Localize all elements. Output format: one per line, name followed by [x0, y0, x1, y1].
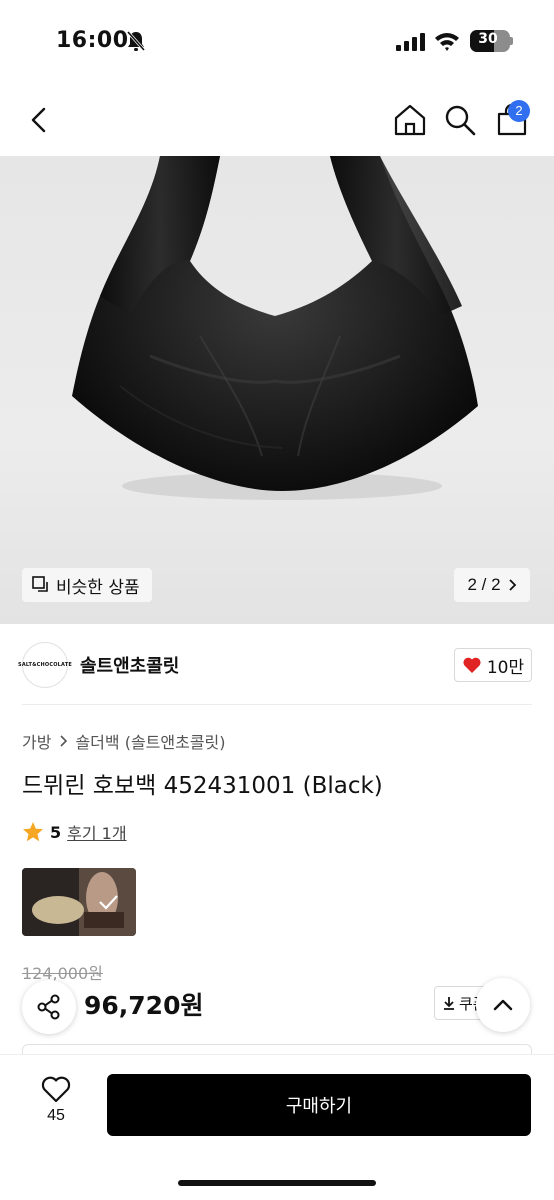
battery-icon: 30 — [470, 30, 510, 52]
share-button[interactable] — [22, 980, 76, 1034]
copy-icon — [32, 576, 48, 592]
cart-count-badge: 2 — [508, 100, 530, 122]
brand-name[interactable]: 솔트앤초콜릿 — [80, 652, 179, 678]
home-icon[interactable] — [392, 102, 428, 138]
review-count-link[interactable]: 후기 1개 — [67, 820, 126, 844]
download-icon — [444, 997, 454, 1010]
brand-like-count: 10만 — [486, 657, 525, 678]
bottom-action-bar: 45 구매하기 — [0, 1054, 554, 1200]
signal-icon — [396, 33, 425, 51]
chevron-right-icon — [508, 579, 516, 591]
status-time: 16:00 — [56, 28, 129, 53]
wishlist-button[interactable]: 45 — [26, 1073, 86, 1125]
star-icon — [23, 822, 43, 842]
divider — [22, 704, 532, 705]
app-header — [0, 84, 554, 156]
wifi-icon — [435, 33, 459, 51]
breadcrumb: 가방 숄더백 (솔트앤초콜릿) — [22, 729, 226, 753]
status-bar: 16:00 30 — [0, 0, 554, 84]
search-icon[interactable] — [442, 102, 478, 138]
battery-tip — [510, 37, 513, 45]
buy-button[interactable]: 구매하기 — [107, 1074, 531, 1136]
brand-like-button[interactable]: 10만 — [454, 648, 532, 682]
heart-outline-icon — [41, 1076, 71, 1103]
back-icon[interactable] — [22, 102, 58, 138]
share-icon — [37, 994, 60, 1020]
product-image[interactable] — [0, 156, 554, 624]
review-photo-thumbnail[interactable] — [22, 868, 136, 936]
bag-illustration — [72, 156, 478, 500]
rating-row: 5 후기 1개 — [22, 820, 127, 844]
rating-value: 5 — [50, 822, 62, 842]
similar-products-button[interactable]: 비슷한 상품 — [22, 568, 152, 602]
product-title: 드뮈린 호보백 452431001 (Black) — [22, 773, 383, 799]
chevron-right-icon — [60, 735, 68, 747]
chevron-up-icon — [493, 999, 513, 1011]
breadcrumb-category[interactable]: 가방 — [22, 729, 51, 753]
heart-icon — [463, 657, 481, 673]
similar-products-label: 비슷한 상품 — [56, 577, 140, 598]
scroll-top-button[interactable] — [476, 978, 530, 1032]
bell-off-icon — [126, 31, 146, 51]
original-price: 124,000원 — [22, 964, 103, 983]
breadcrumb-subcategory[interactable]: 숄더백 (솔트앤초콜릿) — [75, 729, 225, 753]
wishlist-count: 45 — [47, 1107, 65, 1124]
home-indicator — [178, 1180, 376, 1186]
battery-level-text: 30 — [478, 31, 498, 47]
brand-logo[interactable]: SALT&CHOCOLATE — [18, 642, 72, 688]
review-photo — [22, 868, 136, 936]
brand-row: SALT&CHOCOLATE 솔트앤초콜릿 10만 — [18, 640, 532, 690]
image-page-counter[interactable]: 2 / 2 — [454, 568, 530, 602]
page-indicator-text: 2 / 2 — [467, 575, 501, 594]
sale-price: 96,720원 — [84, 991, 204, 1020]
